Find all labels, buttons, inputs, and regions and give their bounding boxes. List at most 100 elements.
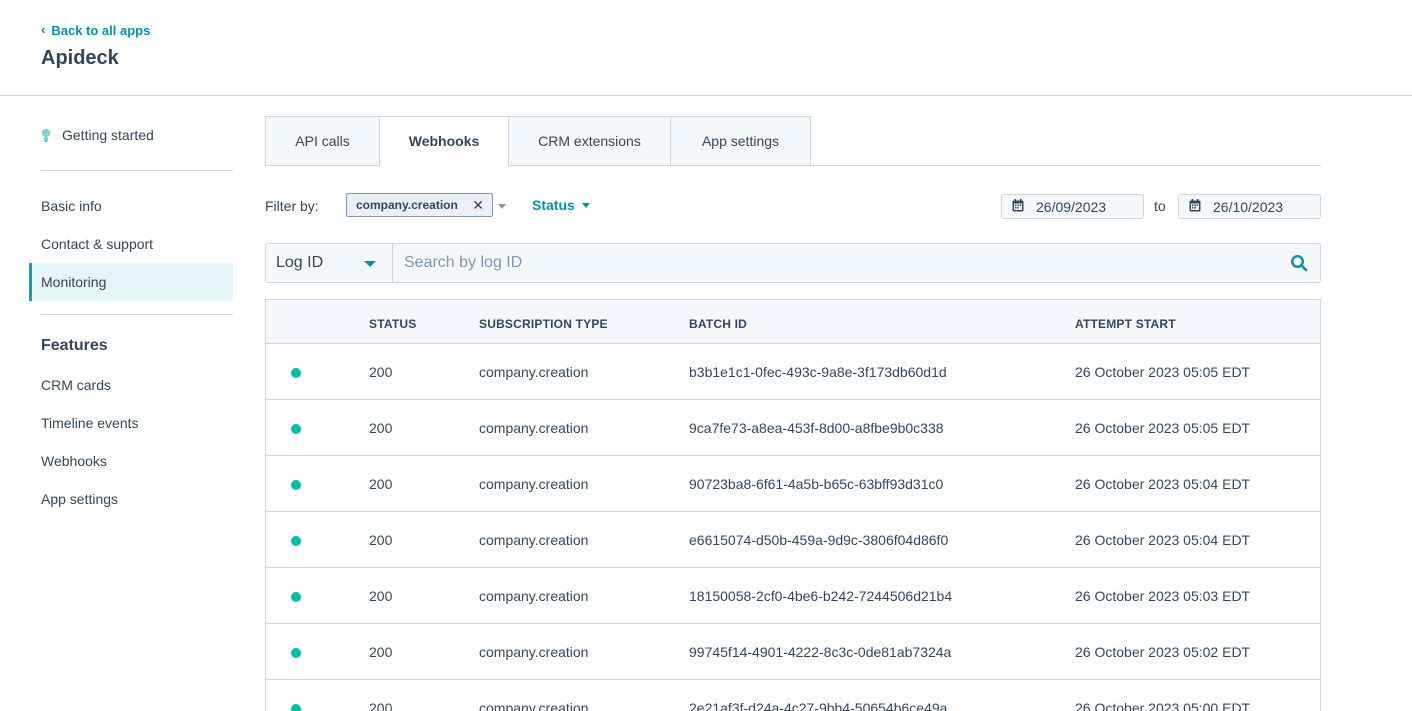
cell-subscription-type: company.creation: [479, 476, 589, 492]
date-range-to-label: to: [1154, 198, 1166, 214]
search-icon[interactable]: [1290, 254, 1308, 277]
features-heading: Features: [41, 337, 108, 354]
cell-batch-id: 18150058-2cf0-4be6-b242-7244506d21b4: [689, 588, 953, 604]
calendar-icon: [1189, 198, 1201, 215]
sidebar-item-monitoring[interactable]: Monitoring: [29, 263, 233, 301]
status-dot-icon: [291, 704, 301, 711]
sidebar-item-label: App settings: [41, 491, 119, 507]
status-dot-icon: [291, 424, 301, 434]
chevron-down-icon: [581, 202, 590, 208]
search-field-select[interactable]: Log ID: [266, 244, 393, 282]
sidebar-item-app-settings[interactable]: App settings: [29, 480, 233, 518]
cell-batch-id: e6615074-d50b-459a-9d9c-3806f04d86f0: [689, 532, 949, 548]
date-from-input[interactable]: 26/09/2023: [1001, 194, 1144, 219]
sidebar-item-label: Basic info: [41, 198, 102, 214]
sidebar-divider: [41, 170, 233, 171]
filter-chip-subscription-type[interactable]: company.creation ✕: [346, 193, 493, 217]
status-dot-icon: [291, 368, 301, 378]
sidebar-item-label: Contact & support: [41, 236, 154, 252]
page-header: ‹ Back to all apps Apideck: [0, 0, 1412, 96]
search-field-select-value: Log ID: [276, 254, 324, 271]
chevron-down-icon[interactable]: [498, 204, 506, 209]
sidebar-divider: [41, 314, 233, 315]
cell-batch-id: 2e21af3f-d24a-4c27-9bb4-50654b6ce49a: [689, 700, 948, 711]
table-row[interactable]: 200 company.creation 18150058-2cf0-4be6-…: [266, 568, 1320, 624]
sidebar-item-crm-cards[interactable]: CRM cards: [29, 366, 233, 404]
cell-status: 200: [369, 420, 393, 436]
lightbulb-icon: [41, 128, 51, 142]
date-from-value: 26/09/2023: [1036, 198, 1107, 215]
chevron-down-icon: [364, 261, 376, 267]
column-header-status[interactable]: STATUS: [369, 317, 416, 331]
sidebar-item-contact-support[interactable]: Contact & support: [29, 225, 233, 263]
status-dot-icon: [291, 648, 301, 658]
tab-api-calls[interactable]: API calls: [265, 116, 380, 166]
cell-status: 200: [369, 644, 393, 660]
tab-label: CRM extensions: [538, 133, 641, 149]
log-search-bar: Log ID: [265, 243, 1321, 283]
cell-status: 200: [369, 588, 393, 604]
cell-subscription-type: company.creation: [479, 532, 589, 548]
cell-attempt-start: 26 October 2023 05:00 EDT: [1075, 700, 1251, 711]
cell-status: 200: [369, 532, 393, 548]
tab-label: Webhooks: [408, 133, 480, 149]
cell-subscription-type: company.creation: [479, 644, 589, 660]
filter-chip-label: company.creation: [356, 198, 458, 212]
back-link-label: Back to all apps: [51, 23, 151, 38]
cell-status: 200: [369, 476, 393, 492]
column-header-subscription-type[interactable]: SUBSCRIPTION TYPE: [479, 317, 608, 331]
sidebar-item-timeline-events[interactable]: Timeline events: [29, 404, 233, 442]
column-header-attempt-start[interactable]: ATTEMPT START: [1075, 317, 1176, 331]
back-to-all-apps-link[interactable]: ‹ Back to all apps: [41, 22, 151, 38]
tab-app-settings[interactable]: App settings: [670, 116, 811, 166]
sidebar-item-label: Getting started: [62, 127, 154, 143]
status-filter-label: Status: [532, 197, 575, 213]
table-row[interactable]: 200 company.creation e6615074-d50b-459a-…: [266, 512, 1320, 568]
tab-label: API calls: [295, 133, 350, 149]
sidebar-item-label: Webhooks: [41, 453, 107, 469]
table-row[interactable]: 200 company.creation 2e21af3f-d24a-4c27-…: [266, 680, 1320, 711]
status-dot-icon: [291, 480, 301, 490]
table-row[interactable]: 200 company.creation 99745f14-4901-4222-…: [266, 624, 1320, 680]
search-input[interactable]: [394, 244, 1274, 282]
status-dot-icon: [291, 592, 301, 602]
table-header: STATUS SUBSCRIPTION TYPE BATCH ID ATTEMP…: [266, 300, 1320, 344]
table-row[interactable]: 200 company.creation 90723ba8-6f61-4a5b-…: [266, 456, 1320, 512]
sidebar-item-webhooks[interactable]: Webhooks: [29, 442, 233, 480]
table-row[interactable]: 200 company.creation 9ca7fe73-a8ea-453f-…: [266, 400, 1320, 456]
cell-status: 200: [369, 700, 393, 711]
cell-subscription-type: company.creation: [479, 420, 589, 436]
filter-by-label: Filter by:: [265, 198, 319, 214]
chevron-left-icon: ‹: [41, 22, 46, 37]
cell-subscription-type: company.creation: [479, 588, 589, 604]
cell-attempt-start: 26 October 2023 05:02 EDT: [1075, 644, 1251, 660]
cell-attempt-start: 26 October 2023 05:03 EDT: [1075, 588, 1251, 604]
webhook-log-table: STATUS SUBSCRIPTION TYPE BATCH ID ATTEMP…: [265, 299, 1321, 711]
tab-crm-extensions[interactable]: CRM extensions: [508, 116, 671, 166]
cell-attempt-start: 26 October 2023 05:05 EDT: [1075, 364, 1251, 380]
cell-attempt-start: 26 October 2023 05:04 EDT: [1075, 476, 1251, 492]
column-header-batch-id[interactable]: BATCH ID: [689, 317, 747, 331]
cell-attempt-start: 26 October 2023 05:05 EDT: [1075, 420, 1251, 436]
cell-subscription-type: company.creation: [479, 364, 589, 380]
cell-batch-id: b3b1e1c1-0fec-493c-9a8e-3f173db60d1d: [689, 364, 947, 380]
cell-batch-id: 99745f14-4901-4222-8c3c-0de81ab7324a: [689, 644, 952, 660]
tab-webhooks[interactable]: Webhooks: [379, 116, 509, 166]
cell-batch-id: 90723ba8-6f61-4a5b-b65c-63bff93d31c0: [689, 476, 944, 492]
cell-status: 200: [369, 364, 393, 380]
sidebar-item-label: CRM cards: [41, 377, 112, 393]
table-row[interactable]: 200 company.creation b3b1e1c1-0fec-493c-…: [266, 344, 1320, 400]
cell-batch-id: 9ca7fe73-a8ea-453f-8d00-a8fbe9b0c338: [689, 420, 944, 436]
sidebar-item-basic-info[interactable]: Basic info: [29, 187, 233, 225]
status-filter-dropdown[interactable]: Status: [532, 197, 590, 213]
status-dot-icon: [291, 536, 301, 546]
app-title: Apideck: [41, 47, 119, 69]
sidebar-item-label: Timeline events: [41, 415, 139, 431]
close-icon[interactable]: ✕: [472, 197, 484, 214]
sidebar-item-getting-started[interactable]: Getting started: [29, 116, 233, 154]
date-to-input[interactable]: 26/10/2023: [1178, 194, 1321, 219]
sidebar-item-label: Monitoring: [41, 274, 107, 290]
cell-attempt-start: 26 October 2023 05:04 EDT: [1075, 532, 1251, 548]
cell-subscription-type: company.creation: [479, 700, 589, 711]
tab-bar: API calls Webhooks CRM extensions App se…: [265, 116, 1321, 166]
